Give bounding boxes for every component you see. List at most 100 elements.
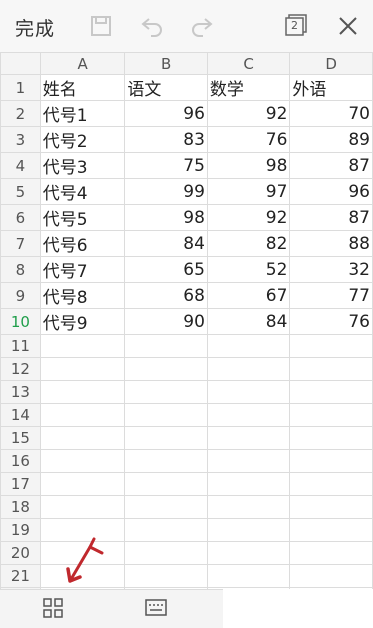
cell-d21[interactable] [289,564,373,588]
cell-d2[interactable]: 70 [289,100,373,127]
cell-d6[interactable]: 87 [289,204,373,231]
row-header-18[interactable]: 18 [0,495,41,519]
cell-d9[interactable]: 77 [289,282,373,309]
row-header-11[interactable]: 11 [0,334,41,358]
column-header-d[interactable]: D [289,52,373,75]
cell-a15[interactable] [39,426,126,450]
row-header-7[interactable]: 7 [0,230,41,257]
spreadsheet-grid[interactable]: A B C D 1 姓名 语文 数学 外语 2 代号1 96 92 70 3 代号2 83 76 89 4 代号3 75 9… [0,52,373,589]
close-icon[interactable] [336,14,360,38]
cell-b9[interactable]: 68 [124,282,208,309]
cell-c4[interactable]: 98 [206,152,291,179]
row-header-14[interactable]: 14 [0,403,41,427]
cell-d19[interactable] [289,518,373,542]
column-header-b[interactable]: B [124,52,208,75]
cell-d18[interactable] [289,495,373,519]
cell-d8[interactable]: 32 [289,256,373,283]
cell-c21[interactable] [206,564,291,588]
cell-b1[interactable]: 语文 [124,74,208,101]
row-header-17[interactable]: 17 [0,472,41,496]
cell-c13[interactable] [206,380,291,404]
cell-b2[interactable]: 96 [124,100,208,127]
cell-a4[interactable]: 代号3 [39,152,126,179]
cell-c18[interactable] [206,495,291,519]
row-header-2[interactable]: 2 [0,100,41,127]
cell-b19[interactable] [124,518,208,542]
cell-c2[interactable]: 92 [206,100,291,127]
tabs-icon[interactable]: 2 [284,13,308,37]
cell-a9[interactable]: 代号8 [39,282,126,309]
cell-a11[interactable] [39,334,126,358]
cell-b7[interactable]: 84 [124,230,208,257]
cell-a2[interactable]: 代号1 [39,100,126,127]
cell-b21[interactable] [124,564,208,588]
cell-d12[interactable] [289,357,373,381]
cell-d11[interactable] [289,334,373,358]
row-header-16[interactable]: 16 [0,449,41,473]
cell-d10[interactable]: 76 [289,308,373,335]
cell-a1[interactable]: 姓名 [39,74,126,101]
cell-c9[interactable]: 67 [206,282,291,309]
cell-a13[interactable] [39,380,126,404]
cell-b13[interactable] [124,380,208,404]
save-icon[interactable] [89,14,113,38]
cell-d20[interactable] [289,541,373,565]
done-button[interactable]: 完成 [15,14,55,41]
row-header-1[interactable]: 1 [0,74,41,101]
redo-icon[interactable] [190,14,214,38]
grid-icon[interactable] [42,597,64,619]
row-header-8[interactable]: 8 [0,256,41,283]
cell-b8[interactable]: 65 [124,256,208,283]
cell-b20[interactable] [124,541,208,565]
cell-b5[interactable]: 99 [124,178,208,205]
cell-a16[interactable] [39,449,126,473]
cell-a10[interactable]: 代号9 [39,308,126,335]
cell-c14[interactable] [206,403,291,427]
cell-b3[interactable]: 83 [124,126,208,153]
cell-d15[interactable] [289,426,373,450]
row-header-20[interactable]: 20 [0,541,41,565]
row-header-12[interactable]: 12 [0,357,41,381]
cell-a8[interactable]: 代号7 [39,256,126,283]
cell-d13[interactable] [289,380,373,404]
cell-d5[interactable]: 96 [289,178,373,205]
column-header-c[interactable]: C [206,52,291,75]
cell-d3[interactable]: 89 [289,126,373,153]
select-all-corner[interactable] [0,52,41,75]
cell-c10[interactable]: 84 [206,308,291,335]
cell-c20[interactable] [206,541,291,565]
cell-a14[interactable] [39,403,126,427]
cell-d4[interactable]: 87 [289,152,373,179]
cell-a17[interactable] [39,472,126,496]
cell-c11[interactable] [206,334,291,358]
cell-b11[interactable] [124,334,208,358]
cell-d14[interactable] [289,403,373,427]
cell-a3[interactable]: 代号2 [39,126,126,153]
cell-a12[interactable] [39,357,126,381]
cell-c16[interactable] [206,449,291,473]
row-header-5[interactable]: 5 [0,178,41,205]
cell-a6[interactable]: 代号5 [39,204,126,231]
cell-b18[interactable] [124,495,208,519]
cell-c8[interactable]: 52 [206,256,291,283]
cell-b10[interactable]: 90 [124,308,208,335]
cell-d7[interactable]: 88 [289,230,373,257]
row-header-4[interactable]: 4 [0,152,41,179]
cell-c15[interactable] [206,426,291,450]
cell-c1[interactable]: 数学 [206,74,291,101]
cell-c5[interactable]: 97 [206,178,291,205]
row-header-3[interactable]: 3 [0,126,41,153]
cell-b6[interactable]: 98 [124,204,208,231]
row-header-10[interactable]: 10 [0,308,41,335]
cell-b12[interactable] [124,357,208,381]
cell-a18[interactable] [39,495,126,519]
cell-b14[interactable] [124,403,208,427]
keyboard-icon[interactable] [144,597,168,619]
cell-c7[interactable]: 82 [206,230,291,257]
column-header-a[interactable]: A [39,52,126,75]
cell-c6[interactable]: 92 [206,204,291,231]
cell-c17[interactable] [206,472,291,496]
spreadsheet-table[interactable]: A B C D 1 姓名 语文 数学 外语 2 代号1 96 92 70 3 代号2 83 76 89 4 代号3 75 9… [0,52,373,589]
row-header-15[interactable]: 15 [0,426,41,450]
cell-c12[interactable] [206,357,291,381]
